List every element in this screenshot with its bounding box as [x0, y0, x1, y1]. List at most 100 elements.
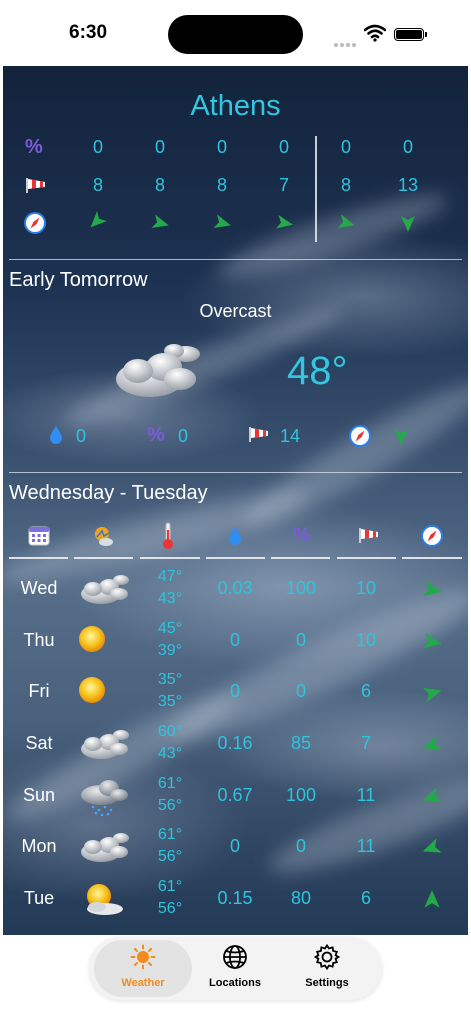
row-precip: 0.67: [217, 785, 253, 805]
row-low-temp: 35°: [157, 693, 183, 710]
row-day: Tue: [23, 888, 55, 908]
tab-label: Weather: [121, 977, 165, 989]
row-day: Thu: [23, 630, 55, 650]
early-tomorrow-precip: 0: [75, 426, 86, 446]
weather-condition-icon: [95, 527, 113, 546]
sun-icon: [77, 675, 107, 710]
row-precip-chance: 0: [295, 836, 306, 856]
early-tomorrow-title: Early Tomorrow: [9, 269, 148, 291]
dynamic-island: [168, 15, 303, 54]
hourly-wind: 13: [397, 175, 419, 195]
globe-icon: [223, 945, 247, 969]
column-underline: [74, 557, 133, 559]
early-tomorrow-condition: Overcast: [199, 301, 272, 321]
wind-direction-arrow-icon: [401, 216, 415, 232]
row-day: Mon: [21, 836, 57, 856]
table-row: Sat 60° 43° 0.16 85 7: [3, 721, 468, 771]
row-precip-chance: 80: [290, 888, 312, 908]
tab-bar-pill: Weather Locations Settings: [89, 937, 382, 1000]
row-low-temp: 56°: [157, 900, 183, 917]
wind-direction-arrow-icon: [90, 211, 107, 228]
cloud-icon: [77, 830, 131, 871]
hourly-precip-chance: 0: [402, 137, 413, 157]
row-wind: 6: [360, 888, 371, 908]
column-underline: [402, 557, 462, 559]
early-tomorrow-wind: 14: [279, 426, 301, 446]
row-day: Sat: [25, 733, 53, 753]
row-precip-chance: 0: [295, 681, 306, 701]
row-precip-chance: 0: [295, 630, 306, 650]
percent-icon: %: [293, 525, 310, 546]
weekly-title: Wednesday - Tuesday: [9, 482, 208, 504]
row-precip: 0: [229, 630, 240, 650]
table-row: Thu 45° 39° 0 0 10: [3, 618, 468, 668]
wind-direction-arrow-icon: [151, 214, 169, 228]
row-precip-chance: 85: [290, 733, 312, 753]
column-underline: [140, 557, 200, 559]
row-precip-chance: 100: [285, 785, 317, 805]
wind-direction-arrow-icon: [275, 214, 293, 229]
gear-icon: [313, 943, 341, 971]
row-wind: 7: [360, 733, 371, 753]
row-high-temp: 47°: [157, 568, 183, 585]
wind-direction-arrow-icon: [394, 429, 408, 445]
row-high-temp: 60°: [157, 723, 183, 740]
table-row: Sun 61° 56° 0.67 100 11: [3, 773, 468, 823]
column-underline: [271, 557, 330, 559]
tab-bar: Weather Locations Settings: [0, 935, 471, 1024]
status-time: 6:30: [69, 22, 108, 43]
hourly-precip-chance: 0: [278, 137, 289, 157]
hourly-wind: 8: [154, 175, 165, 195]
row-high-temp: 61°: [157, 878, 183, 895]
wind-direction-arrow-icon: [213, 214, 231, 228]
tab-label: Settings: [305, 977, 349, 989]
tab-label: Locations: [209, 977, 261, 989]
cellular-signal-icon: [334, 34, 358, 52]
calendar-icon: [28, 526, 50, 546]
row-precip-chance: 100: [285, 578, 317, 598]
row-precip: 0.03: [217, 578, 253, 598]
wind-direction-arrow-icon: [337, 214, 355, 228]
row-precip: 0: [229, 836, 240, 856]
row-wind: 10: [355, 630, 377, 650]
hourly-precip-chance: 0: [92, 137, 103, 157]
sun-icon: [77, 624, 107, 659]
row-wind: 10: [355, 578, 377, 598]
row-high-temp: 35°: [157, 671, 183, 688]
table-row: Mon 61° 56° 0 0 11: [3, 824, 468, 874]
tab-settings[interactable]: Settings: [278, 943, 376, 989]
wind-direction-arrow-icon: [422, 787, 442, 802]
hourly-wind: 8: [340, 175, 351, 195]
windsock-icon: [249, 427, 268, 442]
column-underline: [206, 557, 265, 559]
column-divider: [315, 136, 317, 242]
row-low-temp: 56°: [157, 797, 183, 814]
status-bar: 6:30: [0, 0, 471, 66]
section-divider: [9, 472, 462, 473]
weather-panel: Athens % 0 0 0 0 0 0 8 8 8 7 8 13 Early …: [3, 66, 468, 935]
section-divider: [9, 259, 462, 260]
row-low-temp: 56°: [157, 848, 183, 865]
row-low-temp: 43°: [157, 745, 183, 762]
compass-icon: [421, 525, 443, 547]
raindrop-icon: [229, 527, 241, 545]
windsock-icon: [26, 178, 45, 193]
cloud-icon: [77, 727, 131, 768]
hourly-wind: 8: [92, 175, 103, 195]
row-wind: 11: [356, 785, 376, 805]
row-day: Sun: [22, 785, 56, 805]
wind-direction-arrow-icon: [422, 687, 442, 703]
row-precip: 0.15: [217, 888, 253, 908]
wind-direction-arrow-icon: [424, 890, 440, 908]
table-row: Tue 61° 56° 0.15 80 6: [3, 876, 468, 926]
cloud-icon: [116, 344, 200, 397]
tab-locations[interactable]: Locations: [186, 944, 284, 989]
sun-icon: [130, 944, 156, 970]
tab-weather[interactable]: Weather: [94, 944, 192, 989]
column-underline: [9, 557, 68, 559]
hourly-precip-chance: 0: [154, 137, 165, 157]
hourly-wind: 8: [216, 175, 227, 195]
row-day: Wed: [20, 578, 58, 598]
battery-icon: [394, 28, 427, 41]
table-row: Fri 35° 35° 0 0 6: [3, 669, 468, 719]
